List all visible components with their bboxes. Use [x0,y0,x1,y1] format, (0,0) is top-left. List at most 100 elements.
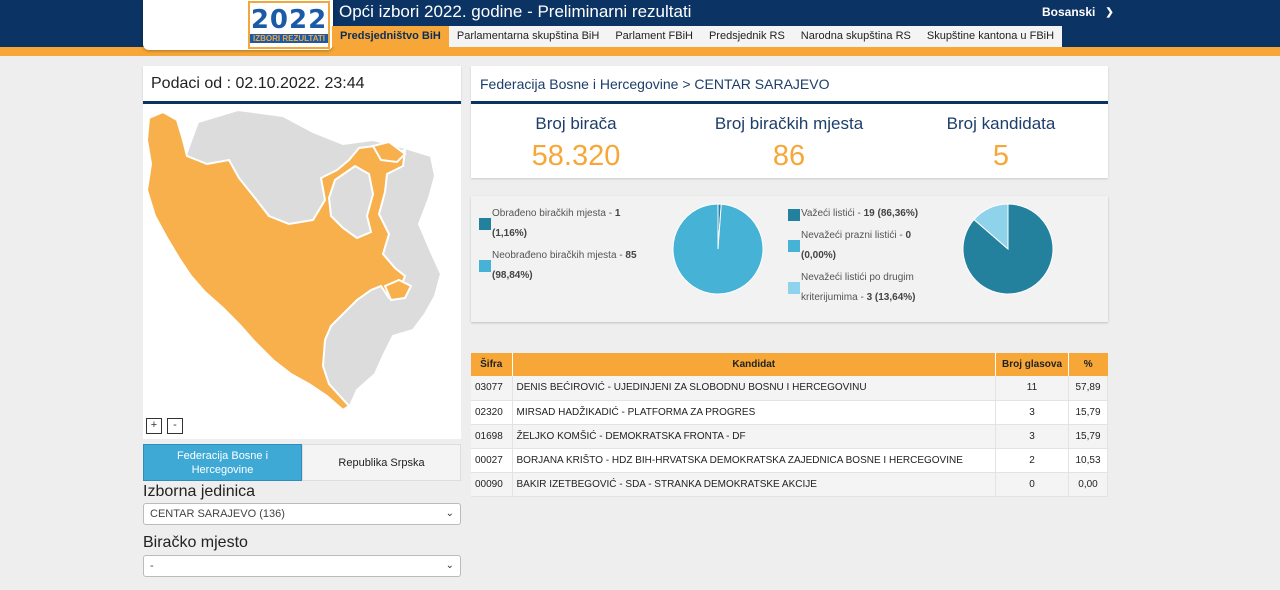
col-candidate-header[interactable]: Kandidat [512,353,996,376]
entity-rs-button[interactable]: Republika Srpska [302,444,461,481]
processed-pie-chart [672,203,764,295]
language-label: Bosanski [1042,5,1096,19]
legend-swatch-blank [788,240,800,252]
legend-blank-count: 0 [905,230,912,241]
entity-fbih-button[interactable]: Federacija Bosne i Hercegovine [143,444,302,481]
cell-pct: 15,79 [1068,400,1108,425]
legend-blank-pct: (0,00%) [801,250,837,261]
cell-votes: 11 [995,376,1069,401]
legend-processed: Obrađeno biračkih mjesta - 1 (1,16%) [492,204,620,244]
legend-swatch-invalid-other [788,282,800,294]
tab-presidency-bih[interactable]: Predsjedništvo BiH [332,26,449,47]
electoral-unit-label: Izborna jedinica [143,483,256,500]
zoom-in-button[interactable]: + [146,418,162,434]
table-row[interactable]: 00027 BORJANA KRIŠTO - HDZ BIH-HRVATSKA … [471,448,1108,473]
legend-processed-count: 1 [614,208,621,219]
logo-year: 2022 [250,5,328,35]
logo-subtitle: IZBORI REZULTATI [250,34,328,43]
tab-parliamentary-assembly-bih[interactable]: Parlamentarna skupština BiH [449,26,607,47]
stat-polling-stations-value: 86 [772,140,806,172]
cell-code: 02320 [471,400,513,425]
cell-votes: 0 [995,472,1069,497]
cell-candidate: ŽELJKO KOMŠIĆ - DEMOKRATSKA FRONTA - DF [512,424,996,449]
cell-pct: 57,89 [1068,376,1108,401]
data-timestamp-box: Podaci od : 02.10.2022. 23:44 [143,66,461,104]
stat-voters-label: Broj birača [535,114,617,133]
results-table: Šifra Kandidat Broj glasova % 03077 DENI… [471,353,1108,497]
tab-parliament-fbih[interactable]: Parlament FBiH [607,26,701,47]
stat-candidates-value: 5 [992,140,1010,172]
processing-panel: Obrađeno biračkih mjesta - 1 (1,16%) Neo… [471,196,1108,322]
cell-pct: 15,79 [1068,424,1108,449]
legend-unprocessed: Neobrađeno biračkih mjesta - 85 (98,84%) [492,246,637,286]
cell-code: 01698 [471,424,513,449]
stat-candidates-label: Broj kandidata [946,114,1056,133]
language-selector[interactable]: Bosanski ❯ [1042,5,1114,19]
legend-valid-pct: (86,36%) [877,208,919,219]
breadcrumb-divider [471,101,1108,104]
elections-logo[interactable]: 2022 IZBORI REZULTATI [248,1,330,49]
cell-code: 03077 [471,376,513,401]
summary-panel: Federacija Bosne i Hercegovine > CENTAR … [471,66,1108,178]
table-row[interactable]: 00090 BAKIR IZETBEGOVIĆ - SDA - STRANKA … [471,472,1108,497]
table-row[interactable]: 02320 MIRSAD HADŽIKADIĆ - PLATFORMA ZA P… [471,400,1108,425]
bih-map[interactable] [143,104,461,439]
zoom-out-button[interactable]: - [167,418,183,434]
legend-invalid-other-count: 3 [866,292,873,303]
results-header-row: Šifra Kandidat Broj glasova % [471,353,1108,376]
stat-voters: Broj birača 58.320 [471,114,681,173]
polling-station-value: - [150,560,154,572]
cell-candidate: DENIS BEĆIROVIĆ - UJEDINJENI ZA SLOBODNU… [512,376,996,401]
table-row[interactable]: 01698 ŽELJKO KOMŠIĆ - DEMOKRATSKA FRONTA… [471,424,1108,449]
cell-code: 00027 [471,448,513,473]
cell-votes: 3 [995,424,1069,449]
processed-pie-slice-1 [672,203,764,295]
stat-polling-stations: Broj biračkih mjesta 86 [684,114,894,173]
electoral-unit-value: CENTAR SARAJEVO (136) [150,508,285,520]
col-votes-header[interactable]: Broj glasova [995,353,1069,376]
breadcrumb: Federacija Bosne i Hercegovine > CENTAR … [480,76,830,92]
cell-votes: 3 [995,400,1069,425]
table-row[interactable]: 03077 DENIS BEĆIROVIĆ - UJEDINJENI ZA SL… [471,376,1108,401]
legend-invalid-other: Nevažeći listići po drugim kriterijumima… [801,268,915,308]
cell-code: 00090 [471,472,513,497]
data-timestamp: Podaci od : 02.10.2022. 23:44 [151,75,365,92]
legend-blank-label: Nevažeći prazni listići - [801,230,906,241]
cell-pct: 0,00 [1068,472,1108,497]
legend-processed-pct: (1,16%) [492,228,528,239]
legend-valid: Važeći listići - 19 (86,36%) [801,204,918,224]
col-code-header[interactable]: Šifra [471,353,513,376]
col-pct-header[interactable]: % [1068,353,1108,376]
tab-canton-assemblies[interactable]: Skupštine kantona u FBiH [919,26,1062,47]
ballots-pie-chart [962,203,1054,295]
chevron-down-icon: ⌄ [445,560,454,571]
chevron-down-icon: ⌄ [445,508,454,519]
legend-unprocessed-pct: (98,84%) [492,270,533,281]
cell-pct: 10,53 [1068,448,1108,473]
legend-invalid-other-pct: (13,64%) [874,292,916,303]
legend-swatch-processed [479,218,491,230]
tab-national-assembly-rs[interactable]: Narodna skupština RS [793,26,919,47]
legend-unprocessed-label: Neobrađeno biračkih mjesta - [492,250,626,261]
polling-station-label: Biračko mjesto [143,534,248,551]
legend-blank: Nevažeći prazni listići - 0 (0,00%) [801,226,911,266]
tab-president-rs[interactable]: Predsjednik RS [701,26,793,47]
chevron-down-icon: ❯ [1105,6,1114,18]
cell-candidate: MIRSAD HADŽIKADIĆ - PLATFORMA ZA PROGRES [512,400,996,425]
legend-valid-count: 19 [863,208,875,219]
cell-votes: 2 [995,448,1069,473]
election-tabs: Predsjedništvo BiH Parlamentarna skupšti… [332,26,1063,47]
electoral-unit-select[interactable]: CENTAR SARAJEVO (136) ⌄ [143,503,461,525]
legend-swatch-unprocessed [479,260,491,272]
polling-station-select[interactable]: - ⌄ [143,555,461,577]
legend-invalid-other-label-2: kriterijumima - [801,292,867,303]
page-title: Opći izbori 2022. godine - Preliminarni … [339,2,692,21]
legend-valid-label: Važeći listići - [801,208,864,219]
legend-invalid-other-label-1: Nevažeći listići po drugim [801,272,914,283]
stat-candidates: Broj kandidata 5 [896,114,1106,173]
legend-unprocessed-count: 85 [625,250,637,261]
stat-polling-stations-label: Broj biračkih mjesta [714,114,864,133]
legend-swatch-valid [788,209,800,221]
stat-voters-value: 58.320 [531,140,621,172]
legend-processed-label: Obrađeno biračkih mjesta - [492,208,615,219]
